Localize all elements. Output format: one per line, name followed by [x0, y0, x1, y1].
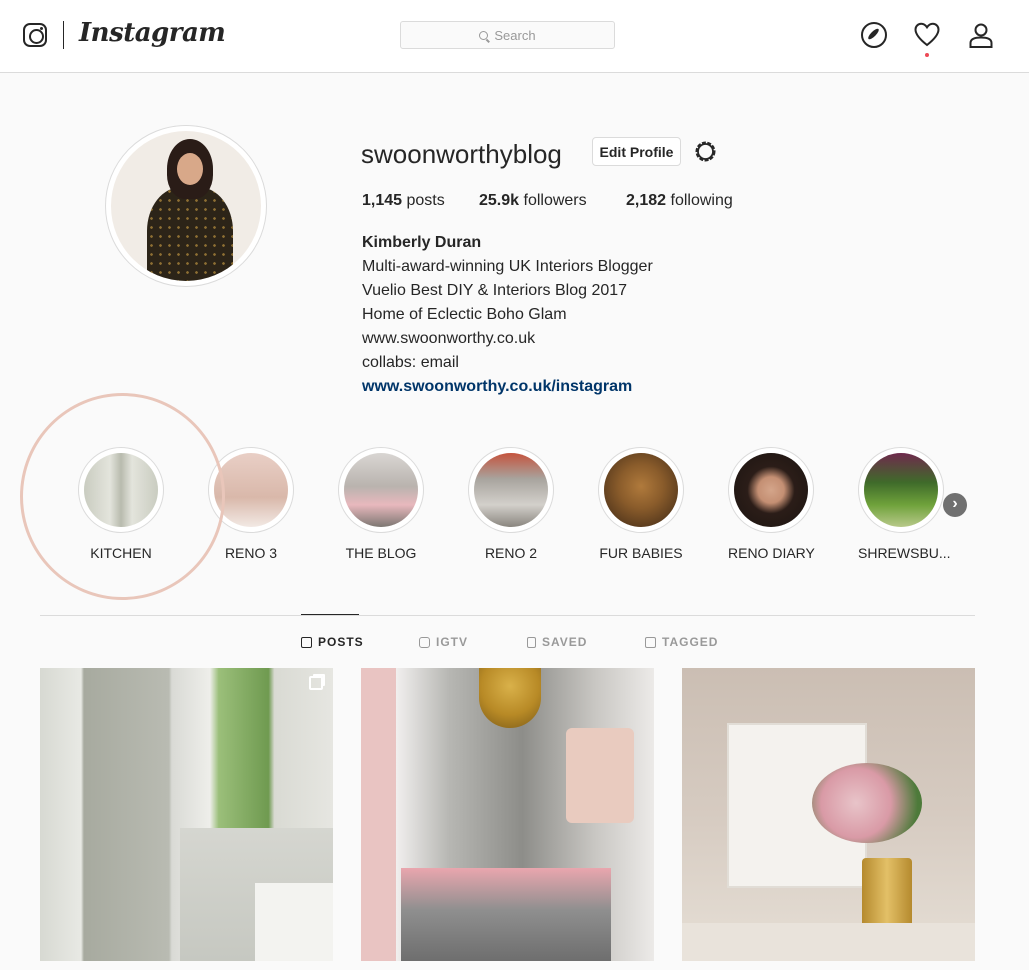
post-gold-vase [862, 858, 912, 933]
post-kitchen-island [255, 883, 333, 961]
tab-posts[interactable]: POSTS [301, 635, 364, 649]
explore-icon[interactable] [861, 22, 887, 48]
tv-icon [419, 636, 430, 648]
search-icon [479, 30, 489, 40]
highlight-reno-diary[interactable]: RENO DIARY [728, 447, 815, 561]
heart-icon[interactable] [914, 22, 940, 48]
stat-posts-label: posts [406, 192, 445, 209]
stat-followers-label: followers [523, 192, 587, 209]
profile-icon[interactable] [968, 22, 994, 48]
highlight-cover [214, 453, 288, 527]
highlight-fur-babies[interactable]: FUR BABIES [598, 447, 684, 561]
stat-posts-count: 1,145 [362, 192, 403, 209]
post-pendant-lamp [479, 668, 541, 728]
tab-active-indicator [301, 614, 359, 615]
bio-line: Home of Eclectic Boho Glam [362, 306, 567, 323]
highlight-label: FUR BABIES [599, 545, 683, 561]
settings-gear-icon[interactable] [693, 139, 718, 164]
highlight-cover [734, 453, 808, 527]
highlight-label: SHREWSBU... [858, 545, 951, 561]
stat-following-count: 2,182 [626, 192, 667, 209]
tab-saved[interactable]: SAVED [527, 635, 587, 649]
post-tile[interactable] [40, 668, 333, 961]
bio-line: Multi-award-winning UK Interiors Blogger [362, 258, 653, 275]
bio-website-link[interactable]: www.swoonworthy.co.uk/instagram [362, 375, 632, 399]
tab-tagged-label: TAGGED [662, 635, 719, 649]
highlight-cover [474, 453, 548, 527]
highlight-the-blog[interactable]: THE BLOG [338, 447, 424, 561]
highlight-label: RENO DIARY [728, 545, 815, 561]
post-flowers [812, 763, 922, 843]
avatar[interactable] [111, 131, 261, 281]
annotation-circle [20, 393, 225, 600]
tab-tagged[interactable]: TAGGED [645, 635, 718, 649]
top-nav: Instagram Search [0, 0, 1029, 73]
bio-name: Kimberly Duran [362, 234, 482, 251]
highlight-ring [468, 447, 554, 533]
highlight-reno-2[interactable]: RENO 2 [468, 447, 554, 561]
chevron-right-icon[interactable]: › [943, 493, 967, 517]
stat-following[interactable]: 2,182 following [626, 192, 733, 210]
tab-igtv[interactable]: IGTV [419, 635, 468, 649]
post-bed [401, 868, 611, 961]
instagram-wordmark[interactable]: Instagram [79, 18, 226, 48]
stat-followers-count: 25.9k [479, 192, 520, 209]
profile-username: swoonworthyblog [361, 139, 562, 169]
multiple-photos-icon [309, 676, 323, 690]
post-table [682, 923, 975, 961]
highlight-cover [604, 453, 678, 527]
nav-divider [63, 21, 64, 49]
post-handbag [566, 728, 634, 823]
highlight-cover [344, 453, 418, 527]
tab-igtv-label: IGTV [436, 635, 469, 649]
tag-icon [645, 636, 656, 648]
tab-saved-label: SAVED [542, 635, 588, 649]
edit-profile-button[interactable]: Edit Profile [592, 137, 681, 166]
highlight-ring [338, 447, 424, 533]
tab-posts-label: POSTS [318, 635, 364, 649]
bio-line: collabs: email [362, 354, 459, 371]
bio-line: Vuelio Best DIY & Interiors Blog 2017 [362, 282, 628, 299]
post-tile[interactable] [682, 668, 975, 961]
tab-divider [40, 615, 975, 616]
grid-icon [301, 636, 312, 648]
bookmark-icon [527, 636, 536, 648]
highlight-ring [728, 447, 814, 533]
search-input[interactable]: Search [400, 21, 615, 49]
highlight-label: RENO 2 [484, 545, 538, 561]
search-placeholder: Search [494, 27, 536, 43]
highlight-ring [858, 447, 944, 533]
bio-line: www.swoonworthy.co.uk [362, 330, 536, 347]
instagram-logo-icon[interactable] [23, 23, 47, 47]
stat-followers[interactable]: 25.9k followers [479, 192, 587, 210]
highlight-ring [598, 447, 684, 533]
highlight-shrewsbury[interactable]: SHREWSBU... [858, 447, 951, 561]
notification-dot [925, 53, 929, 57]
highlight-label: RENO 3 [224, 545, 278, 561]
post-tile[interactable] [361, 668, 654, 961]
highlight-cover [864, 453, 938, 527]
highlight-label: THE BLOG [345, 545, 417, 561]
stat-following-label: following [670, 192, 733, 209]
stat-posts: 1,145 posts [362, 192, 445, 210]
